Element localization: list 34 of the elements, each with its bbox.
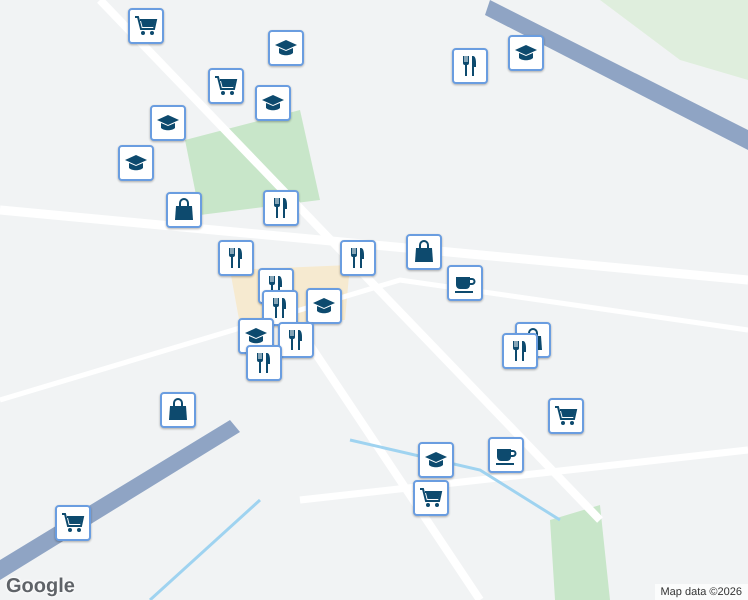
shopping-cart-icon [61, 511, 85, 535]
map-pin[interactable] [160, 392, 196, 428]
map-pin[interactable] [218, 240, 254, 276]
map-pin[interactable] [278, 322, 314, 358]
map-pin[interactable] [488, 437, 524, 473]
map-pin[interactable] [340, 240, 376, 276]
map-pin[interactable] [255, 85, 291, 121]
shopping-bag-icon [172, 198, 196, 222]
map-pin[interactable] [452, 48, 488, 84]
map-pin[interactable] [502, 333, 538, 369]
shopping-bag-icon [166, 398, 190, 422]
map-pin[interactable] [418, 442, 454, 478]
map-pin[interactable] [150, 105, 186, 141]
shopping-cart-icon [214, 74, 238, 98]
map-pin[interactable] [508, 35, 544, 71]
shopping-bag-icon [412, 240, 436, 264]
map-pin[interactable] [208, 68, 244, 104]
shopping-cart-icon [134, 14, 158, 38]
map-pin[interactable] [55, 505, 91, 541]
shopping-cart-icon [554, 404, 578, 428]
google-logo: Google [6, 576, 75, 596]
map-pin[interactable] [268, 30, 304, 66]
map-pin[interactable] [263, 190, 299, 226]
map-pin[interactable] [166, 192, 202, 228]
map-pin[interactable] [118, 145, 154, 181]
map-pin[interactable] [246, 345, 282, 381]
map-pin[interactable] [128, 8, 164, 44]
map-pin[interactable] [406, 234, 442, 270]
map-attribution: Map data ©2026 [654, 584, 748, 600]
map-pin[interactable] [413, 480, 449, 516]
shopping-cart-icon [419, 486, 443, 510]
map-pin[interactable] [306, 288, 342, 324]
map-pin[interactable] [447, 265, 483, 301]
map-pin[interactable] [548, 398, 584, 434]
